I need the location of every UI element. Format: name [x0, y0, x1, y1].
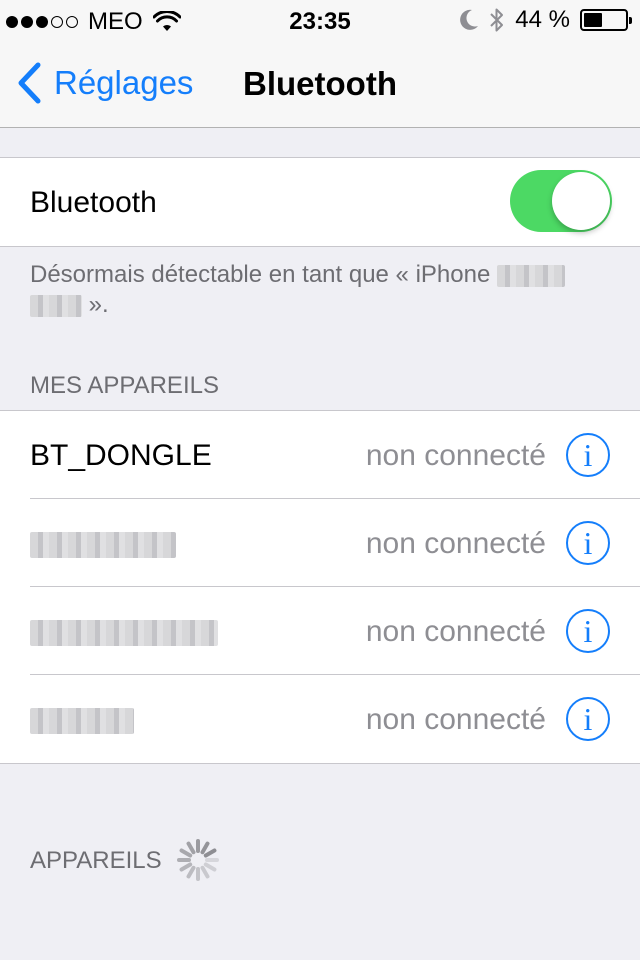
device-name-redacted: [30, 615, 218, 649]
discoverable-note: Désormais détectable en tant que « iPhon…: [30, 260, 610, 320]
battery-percent: 44 %: [515, 6, 570, 33]
bluetooth-toggle-label: Bluetooth: [30, 186, 157, 219]
bluetooth-toggle-cell: Bluetooth: [0, 158, 640, 246]
moon-icon: [460, 9, 479, 30]
device-row[interactable]: non connecté i: [0, 587, 640, 675]
device-name-redacted: [30, 703, 134, 737]
info-button[interactable]: i: [566, 697, 610, 741]
page-title: Bluetooth: [243, 65, 397, 102]
bluetooth-icon: [490, 8, 504, 32]
device-row[interactable]: non connecté i: [0, 499, 640, 587]
device-name: BT_DONGLE: [30, 439, 212, 472]
redacted-device-name: [496, 264, 565, 287]
spinner-spoke: [179, 862, 193, 872]
device-name-redacted: [30, 527, 176, 561]
navigation-bar: Réglages Bluetooth: [0, 40, 640, 128]
info-button[interactable]: i: [566, 521, 610, 565]
info-button[interactable]: i: [566, 609, 610, 653]
discoverable-note-end: ».: [88, 291, 109, 318]
device-status: non connecté: [365, 615, 546, 648]
info-button[interactable]: i: [566, 433, 610, 477]
switch-knob: [552, 172, 610, 230]
spinner-spoke: [203, 848, 217, 858]
my-devices-header: MES APPAREILS: [30, 372, 219, 399]
redacted-text: [30, 708, 134, 735]
device-status: non connecté: [365, 527, 546, 560]
redacted-text: [30, 620, 218, 647]
spinner-spoke: [179, 848, 193, 858]
device-status: non connecté: [365, 703, 546, 736]
redacted-device-name: [30, 294, 82, 317]
my-devices-list: BT_DONGLE non connecté i non connecté i …: [0, 410, 640, 764]
status-bar: MEO 23:35 44 %: [0, 0, 640, 40]
discoverable-note-text: Désormais détectable en tant que « iPhon…: [30, 261, 491, 288]
battery-fill: [584, 13, 602, 27]
spinner-spoke: [200, 865, 210, 879]
redacted-text: [30, 532, 176, 559]
devices-header: APPAREILS: [30, 847, 162, 874]
battery-icon: [580, 9, 632, 31]
spinner-spoke: [200, 841, 210, 855]
spinner-spoke: [186, 841, 196, 855]
bluetooth-toggle-group: Bluetooth: [0, 157, 640, 247]
device-row[interactable]: non connecté i: [0, 675, 640, 763]
loading-spinner-icon: [177, 839, 219, 881]
device-status: non connecté: [365, 439, 546, 472]
bluetooth-switch[interactable]: [510, 170, 612, 232]
status-right: 44 %: [459, 6, 632, 34]
device-row[interactable]: BT_DONGLE non connecté i: [0, 411, 640, 499]
spinner-spoke: [203, 862, 217, 872]
spinner-spoke: [186, 865, 196, 879]
